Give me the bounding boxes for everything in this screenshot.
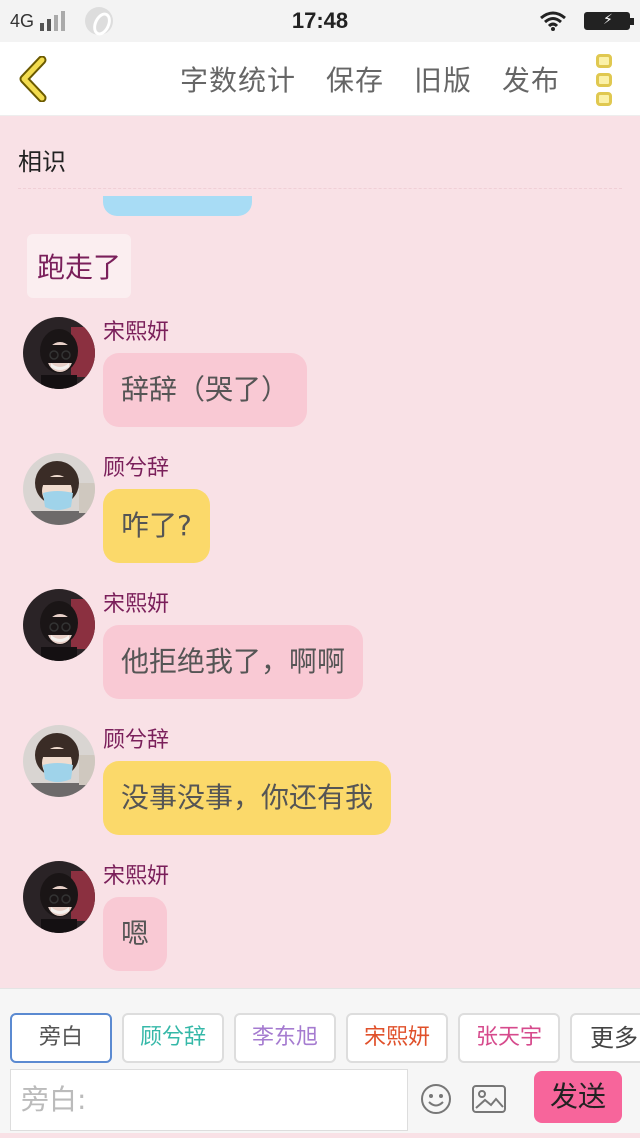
publish-button[interactable]: 发布 xyxy=(502,59,560,99)
role-button-li-dongxu[interactable]: 李东旭 xyxy=(234,1013,336,1063)
dot-icon xyxy=(596,73,612,87)
compose-panel: 旁白 顾兮辞 李东旭 宋熙妍 张天宇 更多 旁白: 发送 xyxy=(0,988,640,1138)
emoji-icon[interactable] xyxy=(420,1083,452,1115)
avatar[interactable] xyxy=(23,317,95,389)
image-icon[interactable] xyxy=(472,1085,506,1113)
top-nav: 字数统计 保存 旧版 发布 xyxy=(0,42,640,116)
girl-mask-avatar-icon xyxy=(23,453,95,525)
status-right: ⚡ xyxy=(540,0,634,42)
sender-name: 顾兮辞 xyxy=(103,456,170,481)
word-count-button[interactable]: 字数统计 xyxy=(180,59,296,99)
avatar[interactable] xyxy=(23,589,95,661)
battery-icon: ⚡ xyxy=(584,12,634,30)
avatar[interactable] xyxy=(23,453,95,525)
nav-actions: 字数统计 保存 旧版 发布 xyxy=(180,42,590,116)
avatar[interactable] xyxy=(23,725,95,797)
message-bubble[interactable]: 没事没事，你还有我 xyxy=(103,761,392,835)
role-selector: 旁白 顾兮辞 李东旭 宋熙妍 张天宇 更多 xyxy=(10,1013,640,1063)
sender-name: 宋熙妍 xyxy=(103,592,170,617)
narration-message: 跑走了 xyxy=(27,234,132,298)
role-button-song-xiyan[interactable]: 宋熙妍 xyxy=(346,1013,448,1063)
sender-name: 宋熙妍 xyxy=(103,320,170,345)
partial-message-bubble xyxy=(103,196,252,216)
more-roles-button[interactable]: 更多 xyxy=(570,1013,640,1063)
girl-glasses-avatar-icon xyxy=(23,317,95,389)
avatar[interactable] xyxy=(23,861,95,933)
old-version-button[interactable]: 旧版 xyxy=(414,59,472,99)
sender-name: 顾兮辞 xyxy=(103,728,170,753)
message-input[interactable]: 旁白: xyxy=(10,1069,408,1131)
girl-glasses-avatar-icon xyxy=(23,861,95,933)
wifi-icon xyxy=(540,11,566,31)
sender-name: 宋熙妍 xyxy=(103,864,170,889)
save-button[interactable]: 保存 xyxy=(326,59,384,99)
role-button-zhang-tianyu[interactable]: 张天宇 xyxy=(458,1013,560,1063)
bottom-strip xyxy=(0,1133,640,1138)
message-bubble[interactable]: 辞辞（哭了） xyxy=(103,353,308,427)
story-title: 相识 xyxy=(18,148,66,176)
message-bubble[interactable]: 咋了? xyxy=(103,489,210,563)
role-button-narrator[interactable]: 旁白 xyxy=(10,1013,112,1063)
title-divider xyxy=(18,188,622,189)
girl-mask-avatar-icon xyxy=(23,725,95,797)
chevron-left-icon xyxy=(19,55,47,103)
message-bubble[interactable]: 他拒绝我了，啊啊 xyxy=(103,625,364,699)
back-button[interactable] xyxy=(14,55,54,103)
message-bubble[interactable]: 嗯 xyxy=(103,897,168,971)
status-bar: 4G 17:48 ⚡ xyxy=(0,0,640,42)
dot-icon xyxy=(596,54,612,68)
chat-area[interactable]: 相识 跑走了 宋熙妍 辞辞（哭了） 顾兮辞 咋了? 宋熙妍 他拒绝我了，啊啊 顾… xyxy=(0,116,640,988)
girl-glasses-avatar-icon xyxy=(23,589,95,661)
more-options-button[interactable] xyxy=(596,54,616,106)
dot-icon xyxy=(596,92,612,106)
send-button[interactable]: 发送 xyxy=(534,1071,622,1123)
role-button-gu-xici[interactable]: 顾兮辞 xyxy=(122,1013,224,1063)
